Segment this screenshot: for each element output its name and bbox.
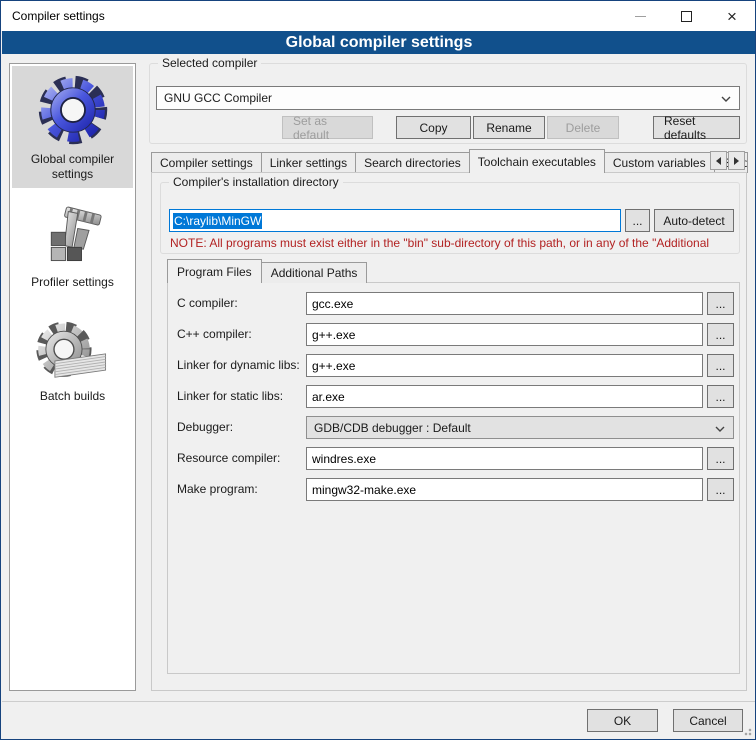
minimize-icon [635, 16, 646, 17]
blue-gear-icon [36, 73, 110, 147]
chevron-down-icon [715, 426, 725, 432]
resource-compiler-row: Resource compiler: ... [176, 447, 733, 470]
tab-toolchain-executables[interactable]: Toolchain executables [469, 149, 605, 173]
minimize-button[interactable] [617, 1, 663, 31]
install-dir-value: C:\raylib\MinGW [173, 213, 262, 229]
settings-sidebar: Global compiler settings [9, 63, 136, 691]
browse-resource-compiler-button[interactable]: ... [707, 447, 734, 470]
copy-button[interactable]: Copy [396, 116, 471, 139]
tab-search-directories[interactable]: Search directories [355, 152, 470, 173]
dialog-banner: Global compiler settings [2, 31, 756, 54]
dynamic-linker-row: Linker for dynamic libs: ... [176, 354, 733, 377]
ok-button[interactable]: OK [587, 709, 658, 732]
settings-tab-strip: Compiler settings Linker settings Search… [151, 150, 747, 173]
delete-button[interactable]: Delete [547, 116, 619, 139]
install-dir-legend: Compiler's installation directory [169, 175, 343, 189]
tab-scroll-left-button[interactable] [710, 151, 727, 170]
subtab-additional-paths[interactable]: Additional Paths [261, 262, 368, 283]
auto-detect-button[interactable]: Auto-detect [654, 209, 734, 232]
sidebar-item-profiler-settings[interactable]: Profiler settings [12, 196, 133, 298]
gray-gear-stack-icon [35, 320, 111, 384]
cancel-button[interactable]: Cancel [673, 709, 743, 732]
install-dir-input[interactable]: C:\raylib\MinGW [169, 209, 621, 232]
debugger-select-value: GDB/CDB debugger : Default [314, 421, 471, 435]
sidebar-item-label: Batch builds [40, 389, 105, 404]
maximize-button[interactable] [663, 1, 709, 31]
c-compiler-input[interactable] [306, 292, 703, 315]
sidebar-item-label: Profiler settings [31, 275, 114, 290]
close-icon: × [727, 8, 737, 25]
make-program-input[interactable] [306, 478, 703, 501]
make-program-label: Make program: [177, 482, 258, 496]
dynamic-linker-label: Linker for dynamic libs: [177, 358, 300, 372]
browse-static-linker-button[interactable]: ... [707, 385, 734, 408]
resize-grip[interactable] [742, 726, 752, 736]
program-files-panel: C compiler: ... C++ compiler: ... Linker… [167, 282, 740, 674]
arrow-right-icon [734, 157, 739, 165]
cpp-compiler-input[interactable] [306, 323, 703, 346]
browse-install-dir-button[interactable]: ... [625, 209, 650, 232]
caliper-icon [40, 204, 106, 270]
compiler-select-value: GNU GCC Compiler [164, 91, 272, 105]
browse-cpp-compiler-button[interactable]: ... [707, 323, 734, 346]
banner-title: Global compiler settings [286, 34, 473, 52]
install-dir-note: NOTE: All programs must exist either in … [170, 236, 734, 250]
debugger-select[interactable]: GDB/CDB debugger : Default [306, 416, 734, 439]
tab-compiler-settings[interactable]: Compiler settings [151, 152, 262, 173]
browse-c-compiler-button[interactable]: ... [707, 292, 734, 315]
debugger-label: Debugger: [177, 420, 233, 434]
resource-compiler-label: Resource compiler: [177, 451, 280, 465]
window-title: Compiler settings [12, 9, 105, 23]
debugger-row: Debugger: GDB/CDB debugger : Default [176, 416, 733, 439]
c-compiler-label: C compiler: [177, 296, 238, 310]
tab-scroll-buttons [709, 151, 745, 170]
sidebar-item-global-compiler-settings[interactable]: Global compiler settings [12, 66, 133, 188]
tab-linker-settings[interactable]: Linker settings [261, 152, 356, 173]
footer-divider [2, 701, 756, 702]
compiler-settings-dialog: Compiler settings × Global compiler sett… [0, 0, 756, 740]
subtab-program-files[interactable]: Program Files [167, 259, 262, 283]
maximize-icon [681, 11, 692, 22]
close-button[interactable]: × [709, 1, 755, 31]
tab-custom-variables[interactable]: Custom variables [604, 152, 715, 173]
static-linker-row: Linker for static libs: ... [176, 385, 733, 408]
dynamic-linker-input[interactable] [306, 354, 703, 377]
sidebar-item-label: Global compiler settings [12, 152, 133, 182]
program-files-tab-strip: Program Files Additional Paths [167, 259, 366, 283]
chevron-down-icon [721, 96, 731, 102]
toolchain-executables-page: Compiler's installation directory C:\ray… [151, 172, 747, 691]
make-program-row: Make program: ... [176, 478, 733, 501]
selected-compiler-legend: Selected compiler [158, 56, 261, 70]
static-linker-input[interactable] [306, 385, 703, 408]
compiler-buttons-row: Set as default Copy Rename Delete Reset … [156, 116, 740, 139]
cpp-compiler-row: C++ compiler: ... [176, 323, 733, 346]
browse-dynamic-linker-button[interactable]: ... [707, 354, 734, 377]
set-as-default-button[interactable]: Set as default [282, 116, 373, 139]
arrow-left-icon [716, 157, 721, 165]
cpp-compiler-label: C++ compiler: [177, 327, 252, 341]
c-compiler-row: C compiler: ... [176, 292, 733, 315]
reset-defaults-button[interactable]: Reset defaults [653, 116, 740, 139]
rename-button[interactable]: Rename [473, 116, 545, 139]
install-dir-group: Compiler's installation directory C:\ray… [160, 182, 740, 254]
resource-compiler-input[interactable] [306, 447, 703, 470]
browse-make-program-button[interactable]: ... [707, 478, 734, 501]
sidebar-item-batch-builds[interactable]: Batch builds [12, 306, 133, 418]
static-linker-label: Linker for static libs: [177, 389, 283, 403]
tab-scroll-right-button[interactable] [728, 151, 745, 170]
compiler-select[interactable]: GNU GCC Compiler [156, 86, 740, 110]
